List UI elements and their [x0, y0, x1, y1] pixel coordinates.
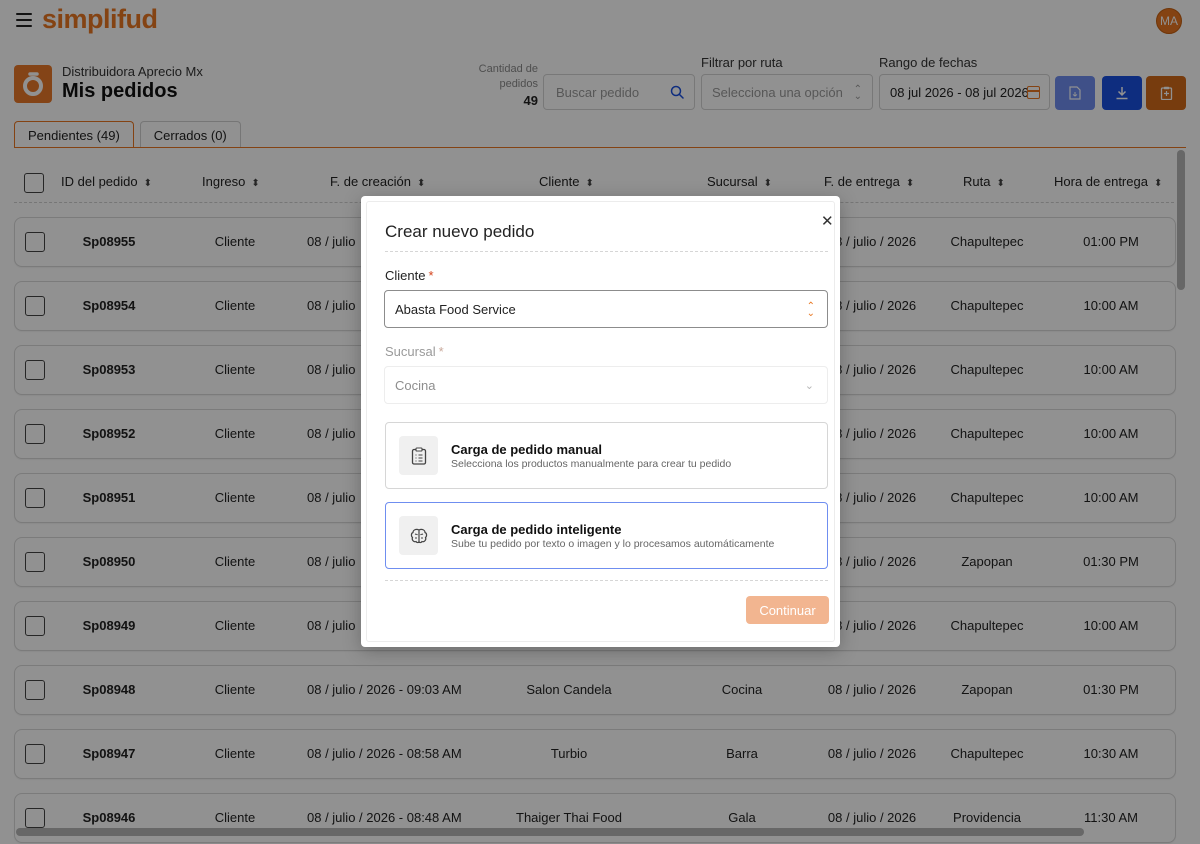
- smart-order-option[interactable]: Carga de pedido inteligente Sube tu pedi…: [385, 502, 828, 569]
- smart-option-desc: Sube tu pedido por texto o imagen y lo p…: [451, 538, 775, 550]
- modal-divider: [385, 580, 828, 581]
- branch-label: Sucursal *: [385, 344, 444, 359]
- client-select-value: Abasta Food Service: [395, 301, 516, 317]
- manual-option-desc: Selecciona los productos manualmente par…: [451, 458, 732, 470]
- smart-option-title: Carga de pedido inteligente: [451, 522, 622, 537]
- chevron-down-icon: ⌄: [804, 380, 814, 392]
- continue-button[interactable]: Continuar: [746, 596, 829, 624]
- manual-order-option[interactable]: Carga de pedido manual Selecciona los pr…: [385, 422, 828, 489]
- modal-body: Crear nuevo pedido ✕ Cliente * Abasta Foo…: [366, 201, 835, 642]
- modal-divider: [385, 251, 828, 252]
- client-select[interactable]: Abasta Food Service ⌃ ⌄: [384, 290, 828, 328]
- branch-select[interactable]: Cocina ⌄: [384, 366, 828, 404]
- updown-chevron-icon: ⌃ ⌄: [806, 301, 815, 319]
- close-icon[interactable]: ✕: [821, 214, 834, 229]
- branch-select-value: Cocina: [395, 377, 436, 393]
- client-label: Cliente *: [385, 268, 434, 283]
- modal-title: Crear nuevo pedido: [385, 222, 535, 241]
- create-order-modal: Crear nuevo pedido ✕ Cliente * Abasta Foo…: [361, 196, 840, 647]
- clipboard-list-icon: [399, 436, 438, 475]
- manual-option-title: Carga de pedido manual: [451, 442, 602, 457]
- brain-icon: [399, 516, 438, 555]
